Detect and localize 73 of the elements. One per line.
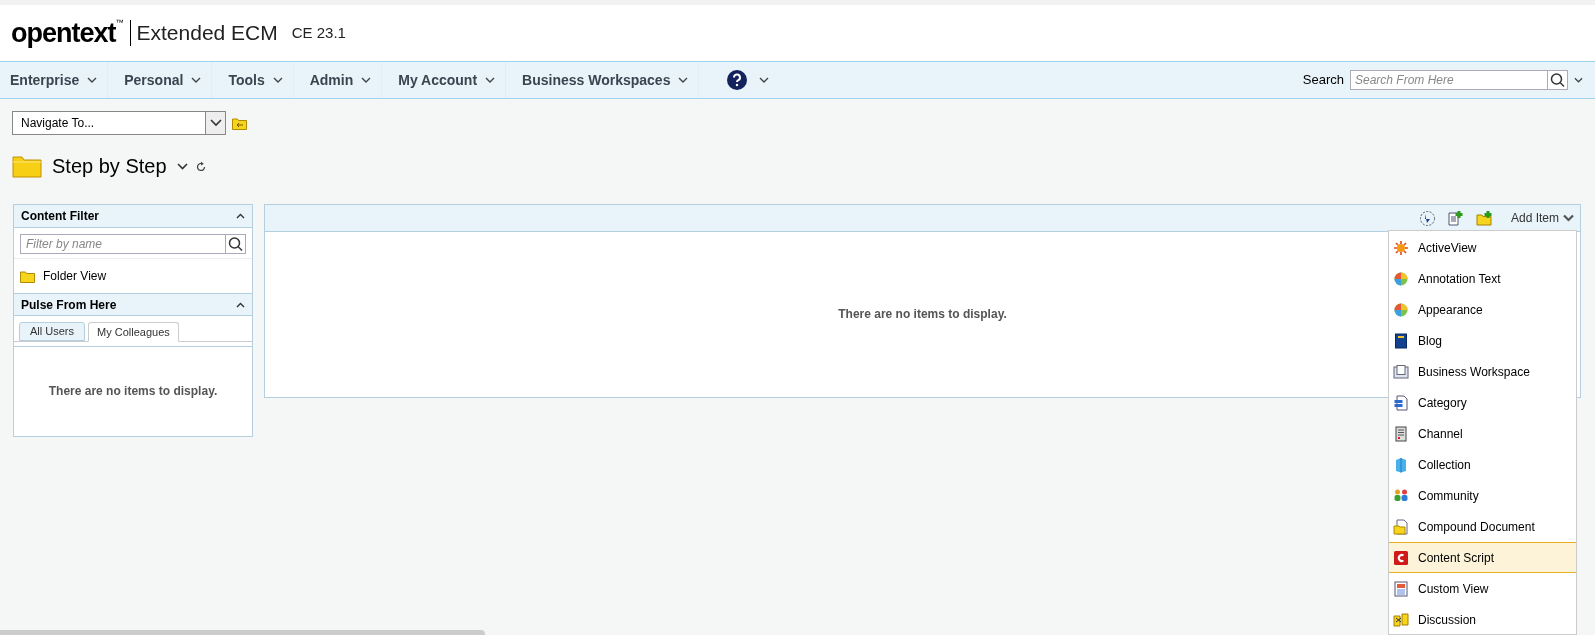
panel-header: Pulse From Here	[14, 293, 252, 316]
menu-item[interactable]: Channel	[1389, 418, 1576, 449]
empty-message: There are no items to display.	[838, 306, 1007, 323]
search-field[interactable]: Search From Here	[1350, 70, 1548, 90]
navigate-dropdown[interactable]: Navigate To...	[12, 111, 226, 135]
folder-icon	[20, 269, 36, 283]
book-icon	[1393, 332, 1409, 349]
menu-item[interactable]: Community	[1389, 480, 1576, 511]
chevron-icon[interactable]	[176, 162, 188, 170]
chevron-icon	[272, 77, 283, 83]
folder-up-icon[interactable]	[232, 116, 248, 130]
tab[interactable]: My Colleagues	[88, 322, 179, 342]
chevron-icon	[87, 77, 98, 83]
panel-header: Content Filter	[14, 205, 252, 228]
search-label: Search	[1302, 71, 1344, 90]
discussion-icon	[1393, 611, 1409, 628]
nav-menu[interactable]: Personal	[114, 62, 213, 98]
category-icon	[1393, 394, 1409, 411]
menu-item[interactable]: Blog	[1389, 325, 1576, 356]
custom-view-icon	[1393, 580, 1409, 597]
refresh-icon[interactable]	[195, 160, 206, 172]
channel-icon	[1393, 425, 1409, 442]
menu-item[interactable]: Appearance	[1389, 294, 1576, 325]
colour-ball-icon	[1393, 270, 1409, 287]
script-icon	[1393, 549, 1409, 566]
search-icon[interactable]	[226, 234, 246, 254]
chevron-icon	[678, 77, 689, 83]
logo: opentext	[11, 16, 116, 50]
people-icon	[1393, 487, 1409, 504]
workspace-icon	[1393, 363, 1409, 380]
add-item-button[interactable]: Add Item	[1510, 209, 1574, 227]
nav-menu[interactable]: Tools	[218, 62, 294, 98]
scrollbar[interactable]	[0, 630, 485, 635]
collapse-icon[interactable]	[236, 301, 245, 308]
chevron-icon	[191, 77, 202, 83]
nav-menu[interactable]: Business Workspaces	[512, 62, 700, 98]
page-title: Step by Step	[52, 154, 167, 179]
compound-document-icon	[1393, 518, 1409, 535]
help-menu[interactable]	[727, 70, 770, 90]
menu-item[interactable]: Collection	[1389, 449, 1576, 480]
chevron-icon	[361, 77, 372, 83]
product-name: Extended ECM	[136, 20, 278, 47]
sun-icon	[1393, 239, 1409, 256]
nav-menu[interactable]: Admin	[299, 62, 383, 98]
chevron-icon	[1563, 214, 1574, 222]
empty-message: There are no items to display.	[48, 382, 218, 400]
version-label: CE 23.1	[291, 22, 346, 43]
chevron-icon	[209, 119, 222, 127]
menu-item[interactable]: Business Workspace	[1389, 356, 1576, 387]
search-icon[interactable]	[1548, 70, 1568, 90]
menu-item[interactable]: Annotation Text	[1389, 263, 1576, 294]
nav-menu[interactable]: Enterprise	[0, 62, 109, 98]
help-icon	[727, 70, 748, 90]
menu-item[interactable]: Category	[1389, 387, 1576, 418]
menu-item[interactable]: Discussion	[1389, 604, 1576, 635]
folder-icon	[12, 154, 42, 178]
menu-item[interactable]: ActiveView	[1389, 232, 1576, 263]
nav-menu[interactable]: My Account	[388, 62, 507, 98]
cube-icon	[1393, 456, 1409, 473]
chevron-icon	[1574, 77, 1583, 83]
add-folder-icon[interactable]	[1475, 210, 1493, 226]
add-document-icon[interactable]	[1447, 210, 1464, 226]
tab[interactable]: All Users	[19, 322, 85, 341]
trademark: ™	[115, 17, 124, 27]
folder-view-link[interactable]: Folder View	[14, 259, 252, 293]
chevron-icon	[759, 77, 770, 83]
menu-item[interactable]: Compound Document	[1389, 511, 1576, 542]
collapse-icon[interactable]	[236, 213, 245, 219]
chevron-icon	[485, 77, 496, 83]
colour-ball-icon	[1393, 301, 1409, 318]
menu-item[interactable]: Custom View	[1389, 573, 1576, 604]
menu-item[interactable]: Content Script	[1389, 542, 1576, 573]
filter-field[interactable]: Filter by name	[20, 234, 226, 254]
